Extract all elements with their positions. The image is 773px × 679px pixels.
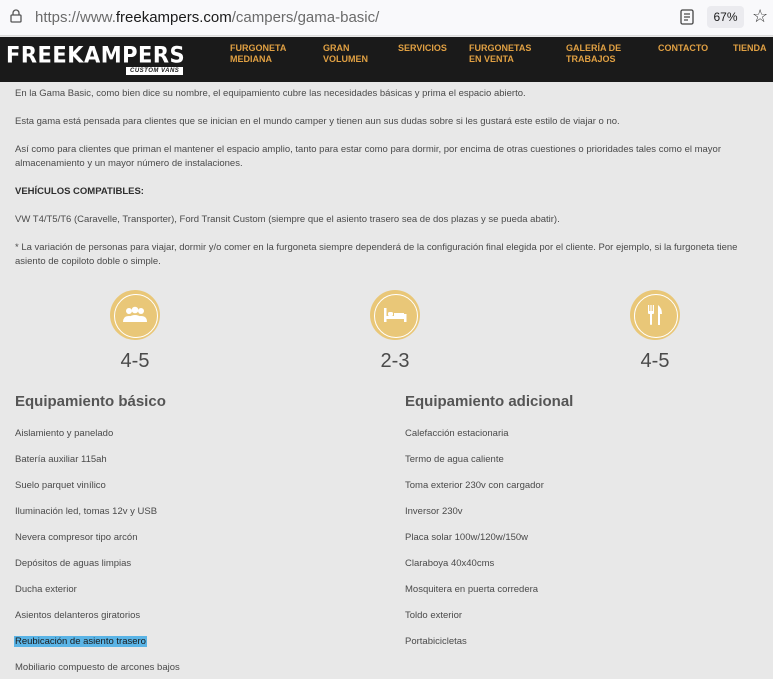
logo-subtitle: CUSTOM VANS [126,67,184,75]
nav-tienda[interactable]: TIENDA [733,43,767,54]
intro-paragraph-2: Esta gama está pensada para clientes que… [15,116,620,127]
additional-item: Inversor 230v [405,506,463,517]
url-path: /campers/gama-basic/ [231,9,380,26]
nav-furgonetas-en-venta[interactable]: FURGONETAS EN VENTA [469,43,531,65]
site-header: FREEKAMPERS CUSTOM VANS FURGONETA MEDIAN… [0,37,773,82]
bed-icon [384,308,407,322]
basic-item-selected: Reubicación de asiento trasero [14,636,147,647]
nav-gran-volumen[interactable]: GRAN VOLUMEN [323,43,368,65]
basic-item: Nevera compresor tipo arcón [15,532,138,543]
additional-item: Toma exterior 230v con cargador [405,480,544,491]
additional-equipment-title: Equipamiento adicional [405,393,574,410]
additional-item: Mosquitera en puerta corredera [405,584,539,595]
zoom-level-button[interactable]: 67% [707,6,744,28]
browser-toolbar: https://www.freekampers.com/campers/gama… [0,0,773,36]
basic-item: Mobiliario compuesto de arcones bajos [15,662,180,673]
capacity-sleep-value: 2-3 [380,350,410,372]
additional-item: Claraboya 40x40cms [405,558,495,569]
people-icon [123,306,147,322]
intro-paragraph-3: Así como para clientes que priman el man… [15,144,721,169]
intro-paragraph-1: En la Gama Basic, como bien dice su nomb… [15,88,526,99]
compatible-vehicles-text: VW T4/T5/T6 (Caravelle, Transporter), Fo… [15,214,560,225]
url-prefix: https://www. [35,9,116,26]
nav-contacto[interactable]: CONTACTO [658,43,708,54]
basic-item: Asientos delanteros giratorios [15,610,141,621]
bookmark-star-icon[interactable]: ☆ [752,6,768,26]
basic-equipment-title: Equipamiento básico [15,393,166,410]
url-host: freekampers.com [115,9,232,26]
basic-item: Ducha exterior [15,584,77,595]
capacity-travel-value: 4-5 [120,350,150,372]
additional-item: Portabicicletas [405,636,467,647]
nav-galeria-de-trabajos[interactable]: GALERÍA DE TRABAJOS [566,43,621,65]
additional-item: Placa solar 100w/120w/150w [405,532,529,543]
basic-item: Suelo parquet vinílico [15,480,106,491]
additional-item: Toldo exterior [405,610,463,621]
capacity-sleep [370,290,420,340]
basic-item: Depósitos de aguas limpias [15,558,132,569]
basic-item: Iluminación led, tomas 12v y USB [15,506,158,517]
site-logo[interactable]: FREEKAMPERS [6,42,185,67]
capacity-eat [630,290,680,340]
nav-servicios[interactable]: SERVICIOS [398,43,447,54]
address-bar[interactable]: https://www.freekampers.com/campers/gama… [35,9,379,26]
basic-item: Batería auxiliar 115ah [15,454,107,465]
basic-item: Aislamiento y panelado [15,428,114,439]
capacity-note: * La variación de personas para viajar, … [15,242,738,267]
compatible-vehicles-heading: VEHÍCULOS COMPATIBLES: [15,186,144,197]
additional-item: Calefacción estacionaria [405,428,509,439]
cutlery-icon [648,305,662,325]
reader-view-icon[interactable] [680,9,694,25]
capacity-travel [110,290,160,340]
lock-icon[interactable] [10,9,22,23]
additional-item: Termo de agua caliente [405,454,504,465]
capacity-eat-value: 4-5 [640,350,670,372]
nav-furgoneta-mediana[interactable]: FURGONETA MEDIANA [230,43,286,65]
